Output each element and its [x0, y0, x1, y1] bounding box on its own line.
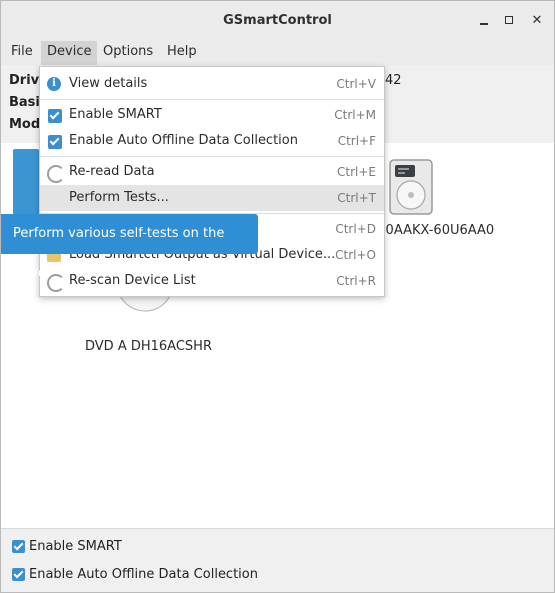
menu-item-shortcut: Ctrl+O: [335, 248, 376, 262]
hard-drive-icon[interactable]: [389, 159, 433, 215]
enable-smart-label: Enable SMART: [29, 539, 122, 554]
menu-item-shortcut: Ctrl+D: [335, 222, 376, 236]
tooltip: Perform various self-tests on the drive: [1, 214, 258, 281]
menu-item-view-details[interactable]: i View details Ctrl+V: [40, 71, 384, 97]
maximize-button[interactable]: [498, 9, 522, 33]
menu-item-perform-tests[interactable]: Perform Tests... Ctrl+T: [40, 185, 384, 211]
info-value-tail: 42: [385, 73, 402, 88]
device-menu-dropdown: i View details Ctrl+V Enable SMART Ctrl+…: [39, 66, 385, 297]
title-bar: GSmartControl ✕: [1, 1, 554, 41]
options-panel: Enable SMART Enable Auto Offline Data Co…: [1, 528, 554, 592]
menu-file[interactable]: File: [5, 41, 39, 65]
menu-options[interactable]: Options: [97, 41, 159, 65]
info-icon: i: [47, 77, 61, 91]
selected-drive-highlight[interactable]: [13, 149, 39, 215]
enable-smart-option[interactable]: Enable SMART: [12, 539, 122, 554]
menu-item-label: Re-scan Device List: [69, 273, 196, 288]
maximize-icon: [505, 16, 513, 24]
menu-item-reread-data[interactable]: Re-read Data Ctrl+E: [40, 159, 384, 185]
menu-item-label: Enable SMART: [69, 107, 162, 122]
checkbox-checked-icon[interactable]: [12, 540, 25, 553]
menu-bar: File Device Options Help: [1, 41, 554, 65]
checkbox-checked-icon[interactable]: [12, 568, 25, 581]
menu-help[interactable]: Help: [161, 41, 203, 65]
menu-item-shortcut: Ctrl+M: [334, 108, 376, 122]
menu-separator: [40, 156, 384, 157]
menu-item-enable-auto-offline[interactable]: Enable Auto Offline Data Collection Ctrl…: [40, 128, 384, 154]
menu-item-shortcut: Ctrl+F: [337, 134, 376, 148]
hard-drive-name[interactable]: 000AAKX-60U6AA0: [369, 223, 494, 238]
menu-item-shortcut: Ctrl+T: [337, 191, 376, 205]
minimize-button[interactable]: [472, 9, 496, 33]
refresh-icon: [47, 274, 65, 292]
optical-drive-name[interactable]: DVD A DH16ACSHR: [85, 339, 212, 354]
menu-item-label: View details: [69, 76, 148, 91]
minimize-icon: [480, 23, 488, 25]
refresh-icon: [47, 165, 65, 183]
close-button[interactable]: ✕: [525, 9, 549, 33]
menu-separator: [40, 99, 384, 100]
app-window: GSmartControl ✕ File Device Options Help…: [0, 0, 555, 593]
menu-item-rescan-device-list[interactable]: Re-scan Device List Ctrl+R: [40, 268, 384, 294]
checkbox-checked-icon: [48, 135, 62, 149]
menu-item-shortcut: Ctrl+R: [336, 274, 376, 288]
close-icon: ✕: [531, 13, 543, 28]
enable-auto-offline-option[interactable]: Enable Auto Offline Data Collection: [12, 567, 258, 582]
menu-item-label: Re-read Data: [69, 164, 155, 179]
menu-item-label: Enable Auto Offline Data Collection: [69, 133, 298, 148]
menu-item-shortcut: Ctrl+V: [336, 77, 376, 91]
menu-item-label: Perform Tests...: [69, 190, 169, 205]
menu-device[interactable]: Device: [41, 41, 98, 65]
checkbox-checked-icon: [48, 109, 62, 123]
menu-item-enable-smart[interactable]: Enable SMART Ctrl+M: [40, 102, 384, 128]
enable-auto-offline-label: Enable Auto Offline Data Collection: [29, 567, 258, 582]
menu-item-shortcut: Ctrl+E: [337, 165, 376, 179]
